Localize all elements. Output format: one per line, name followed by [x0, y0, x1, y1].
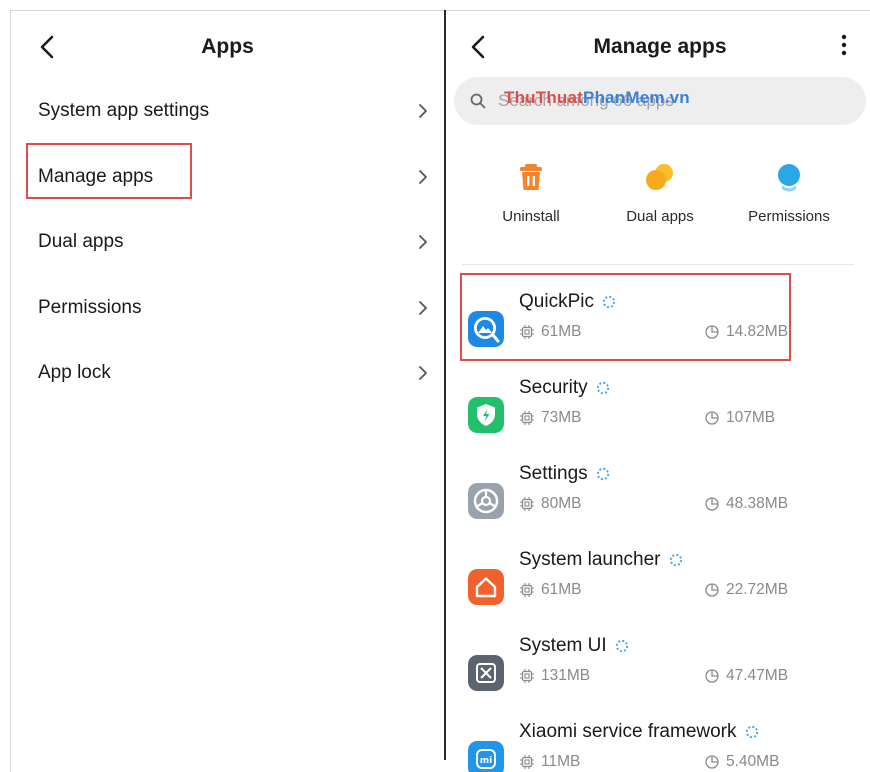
uninstall-label: Uninstall [502, 208, 560, 225]
mi-icon: mi [468, 741, 504, 772]
storage-pie-icon [705, 583, 719, 597]
app-name: Xiaomi service framework [519, 721, 759, 743]
permissions-button[interactable]: Permissions [724, 161, 854, 225]
app-name: System UI [519, 635, 629, 657]
dual-apps-button[interactable]: Dual apps [595, 161, 725, 225]
chevron-right-icon [419, 170, 427, 184]
storage-pie-icon [705, 755, 719, 769]
trash-icon [520, 164, 542, 190]
permissions-icon [778, 164, 800, 192]
menu-item-label: Dual apps [38, 231, 124, 252]
menu-item-label: Permissions [38, 297, 142, 318]
menu-item-permissions[interactable]: Permissions [38, 288, 428, 328]
app-list-item[interactable]: Settings 80MB 48.38MB [466, 459, 866, 529]
memory-chip-icon [520, 497, 534, 511]
memory-chip-icon [520, 755, 534, 769]
menu-item-label: App lock [38, 362, 111, 383]
more-options-icon[interactable] [840, 33, 848, 57]
loading-spinner-icon [615, 639, 628, 653]
app-list-item[interactable]: Security 73MB 107MB [466, 373, 866, 443]
search-bar[interactable] [454, 77, 866, 125]
chevron-right-icon [419, 104, 427, 118]
app-ram-usage: 61MB [519, 581, 582, 599]
section-separator [462, 264, 854, 265]
app-ram-usage: 131MB [519, 667, 590, 685]
app-list-item[interactable]: mi Xiaomi service framework 11MB 5.40MB [466, 717, 866, 772]
security-shield-icon [468, 397, 504, 433]
memory-chip-icon [520, 669, 534, 683]
menu-item-system-app-settings[interactable]: System app settings [38, 91, 428, 131]
app-storage-usage: 107MB [704, 409, 775, 427]
chevron-right-icon [419, 366, 427, 380]
storage-pie-icon [705, 411, 719, 425]
search-icon [470, 93, 486, 109]
app-name: Settings [519, 463, 610, 485]
permissions-label: Permissions [748, 208, 830, 225]
app-storage-usage: 22.72MB [704, 581, 788, 599]
search-input[interactable] [498, 91, 838, 111]
dual-apps-label: Dual apps [626, 208, 694, 225]
app-storage-usage: 47.47MB [704, 667, 788, 685]
manage-apps-screen: Manage apps ThuThuatPhanMem.vn Uninstall… [446, 11, 870, 772]
app-name: Security [519, 377, 610, 399]
page-title: Manage apps [593, 35, 727, 58]
loading-spinner-icon [596, 381, 609, 395]
memory-chip-icon [520, 583, 534, 597]
highlight-box-manage-apps [26, 143, 192, 199]
app-name: System launcher [519, 549, 683, 571]
menu-item-dual-apps[interactable]: Dual apps [38, 222, 428, 262]
svg-text:mi: mi [480, 756, 492, 766]
apps-screen: Apps System app settings Manage apps Dua… [11, 11, 444, 772]
dual-apps-icon [646, 164, 673, 190]
app-ram-usage: 11MB [519, 753, 580, 771]
page-title: Apps [201, 35, 254, 58]
storage-pie-icon [705, 669, 719, 683]
app-list-item[interactable]: System UI 131MB 47.47MB [466, 631, 866, 701]
settings-gear-icon [468, 483, 504, 519]
loading-spinner-icon [669, 553, 682, 567]
loading-spinner-icon [745, 725, 758, 739]
menu-item-label: System app settings [38, 100, 210, 121]
app-ram-usage: 73MB [519, 409, 582, 427]
highlight-box-quickpic [460, 273, 791, 361]
loading-spinner-icon [596, 467, 609, 481]
app-ram-usage: 80MB [519, 495, 582, 513]
memory-chip-icon [520, 411, 534, 425]
app-list-item[interactable]: System launcher 61MB 22.72MB [466, 545, 866, 615]
menu-item-app-lock[interactable]: App lock [38, 353, 428, 393]
system-ui-icon [468, 655, 504, 691]
chevron-right-icon [419, 235, 427, 249]
app-storage-usage: 5.40MB [704, 753, 779, 771]
app-storage-usage: 48.38MB [704, 495, 788, 513]
uninstall-button[interactable]: Uninstall [466, 161, 596, 225]
home-icon [468, 569, 504, 605]
chevron-right-icon [419, 301, 427, 315]
storage-pie-icon [705, 497, 719, 511]
